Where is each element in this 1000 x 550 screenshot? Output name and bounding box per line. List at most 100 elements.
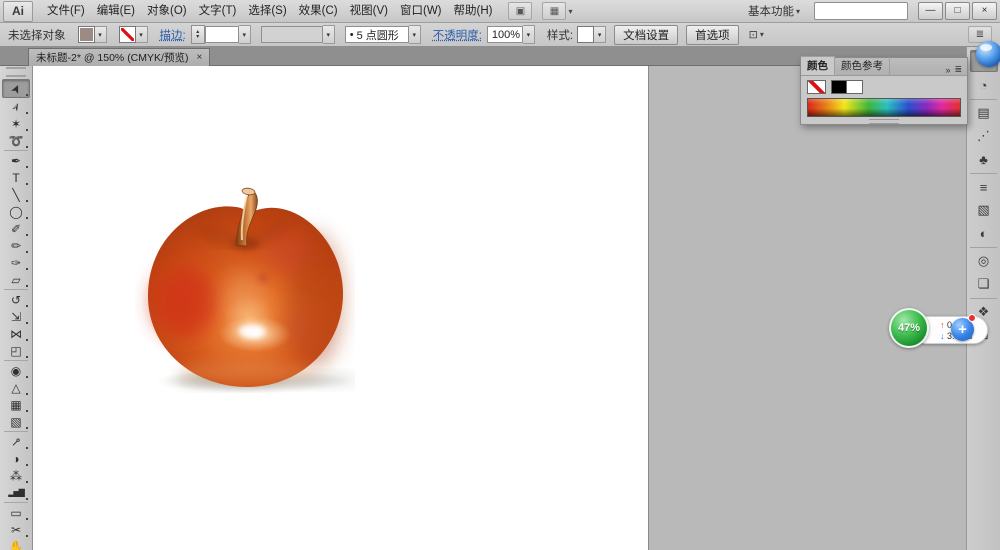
stepper-down-icon[interactable]: ▾ (196, 34, 199, 40)
menu-file[interactable]: 文件(F) (41, 0, 91, 22)
panel-menu-icon[interactable]: ≣ (954, 64, 967, 75)
tool-scale[interactable]: ⇲ (3, 308, 29, 325)
toolbar-grip[interactable] (6, 67, 26, 77)
tool-rotate[interactable]: ↺ (3, 291, 29, 308)
style-control[interactable]: ▾ (577, 26, 607, 43)
panel-resize-handle[interactable] (801, 117, 967, 125)
workspace-switcher[interactable]: 基本功能 ▾ (748, 3, 800, 19)
stroke-panel-link[interactable]: 描边: (160, 27, 186, 43)
preferences-button[interactable]: 首选项 (686, 24, 739, 45)
menu-help[interactable]: 帮助(H) (448, 0, 499, 22)
tool-hand[interactable]: ✋ (3, 538, 29, 550)
tab-color-guide[interactable]: 颜色参考 (835, 57, 890, 75)
menu-window[interactable]: 窗口(W) (394, 0, 448, 22)
black-swatch[interactable] (831, 80, 847, 94)
tool-selection[interactable]: ➤ (2, 79, 30, 98)
tool-blend[interactable]: ◑ (3, 450, 29, 467)
floating-ball-blue[interactable] (976, 41, 1000, 67)
artboard-icon: ▭ (10, 505, 22, 520)
brush-dropdown-icon[interactable]: ▾ (408, 25, 421, 44)
dock-appearance-icon[interactable]: ◎ (971, 251, 997, 271)
tab-color[interactable]: 颜色 (801, 56, 835, 75)
opacity-panel-link[interactable]: 不透明度: (433, 27, 482, 43)
close-button[interactable]: × (972, 2, 997, 20)
document-tab[interactable]: 未标题-2* @ 150% (CMYK/预览) × (28, 48, 211, 66)
search-input[interactable] (814, 2, 908, 20)
none-swatch[interactable] (807, 80, 826, 94)
fill-swatch[interactable] (77, 26, 95, 43)
stroke-weight-stepper[interactable]: ▴ ▾ (190, 25, 205, 44)
arrange-documents-icon[interactable]: ▦ (542, 2, 567, 20)
tool-perspective-grid[interactable]: △ (3, 379, 29, 396)
tool-artboard[interactable]: ▭ (3, 504, 29, 521)
dock-swatches-icon[interactable]: ▤ (971, 103, 997, 123)
dock-symbols-icon[interactable]: ♣ (971, 149, 997, 169)
tool-eraser[interactable]: ▱ (3, 271, 29, 288)
white-swatch[interactable] (847, 80, 863, 94)
tool-width[interactable]: ⋈ (3, 325, 29, 342)
fill-color-control[interactable]: ▾ (77, 26, 107, 43)
dock-graphic-styles-icon[interactable]: ❏ (971, 274, 997, 294)
tool-pencil[interactable]: ✏ (3, 237, 29, 254)
control-options-icon[interactable]: ⊡ ▾ (749, 28, 764, 41)
stroke-none-swatch[interactable] (118, 26, 136, 43)
collapse-panel-icon[interactable]: » (941, 65, 954, 75)
document-setup-button[interactable]: 文档设置 (614, 24, 679, 45)
tool-eyedropper[interactable]: ⊸ (3, 433, 29, 450)
tool-magic-wand[interactable]: ✶ (3, 115, 29, 132)
tool-ellipse[interactable]: ◯ (3, 203, 29, 220)
blend-icon: ◑ (12, 451, 20, 466)
dock-gradient-icon[interactable]: ▧ (971, 200, 997, 220)
opacity-field[interactable]: 100% (486, 26, 523, 43)
memory-speed-ball[interactable]: 47% (889, 308, 929, 348)
bridge-icon[interactable]: ▣ (508, 2, 533, 20)
menu-type[interactable]: 文字(T) (193, 0, 243, 22)
dock-color-guide-icon[interactable]: ◔ (971, 75, 997, 95)
tool-shape-builder[interactable]: ◉ (3, 362, 29, 379)
color-panel: 颜色 颜色参考 » ≣ (800, 56, 968, 125)
options-arrow-icon: ▾ (759, 30, 764, 39)
tool-paintbrush[interactable]: ✐ (3, 220, 29, 237)
tool-blob-brush[interactable]: ✑ (3, 254, 29, 271)
stroke-color-control[interactable]: ▾ (118, 26, 148, 43)
arrange-documents-arrow-icon[interactable]: ▾ (568, 7, 572, 16)
menu-select[interactable]: 选择(S) (242, 0, 292, 22)
opacity-dropdown-icon[interactable]: ▾ (522, 25, 535, 44)
menu-object[interactable]: 对象(O) (141, 0, 193, 22)
ellipse-icon: ◯ (9, 204, 23, 219)
tool-gradient[interactable]: ▧ (3, 413, 29, 430)
tool-type[interactable]: T (3, 169, 29, 186)
app-logo[interactable]: Ai (3, 0, 33, 22)
dock-stroke-icon[interactable]: ≡ (971, 177, 997, 197)
tool-symbol-sprayer[interactable]: ⁂ (3, 467, 29, 484)
document-title: 未标题-2* @ 150% (CMYK/预览) (36, 52, 189, 64)
menu-view[interactable]: 视图(V) (344, 0, 394, 22)
stroke-weight-field[interactable] (204, 26, 239, 43)
dock-brushes-icon[interactable]: ⋰ (971, 126, 997, 146)
tool-column-graph[interactable]: ▂▅▇ (3, 484, 29, 501)
style-dropdown-icon[interactable]: ▾ (594, 26, 607, 43)
tool-mesh[interactable]: ▦ (3, 396, 29, 413)
brush-definition-field[interactable]: • 5 点圆形 (344, 26, 409, 43)
pen-icon: ✒ (10, 153, 22, 168)
fill-dropdown-icon[interactable]: ▾ (94, 26, 107, 43)
tool-free-transform[interactable]: ◰ (3, 342, 29, 359)
minimize-button[interactable]: — (918, 2, 943, 20)
stroke-weight-dropdown-icon[interactable]: ▾ (238, 25, 251, 44)
tool-lasso[interactable]: ➰ (3, 132, 29, 149)
maximize-button[interactable]: □ (945, 2, 970, 20)
tool-direct-selection[interactable]: ➢ (3, 98, 29, 115)
menu-edit[interactable]: 编辑(E) (91, 0, 141, 22)
artboard-canvas[interactable] (33, 66, 648, 550)
color-spectrum-bar[interactable] (807, 98, 961, 117)
tool-slice[interactable]: ✂ (3, 521, 29, 538)
tool-line-segment[interactable]: ╲ (3, 186, 29, 203)
stroke-dropdown-icon[interactable]: ▾ (135, 26, 148, 43)
tool-pen[interactable]: ✒ (3, 152, 29, 169)
brush-name: 5 点圆形 (356, 29, 399, 42)
tab-close-icon[interactable]: × (196, 52, 202, 63)
dock-transparency-icon[interactable]: ◐ (971, 223, 997, 243)
menu-effect[interactable]: 效果(C) (293, 0, 344, 22)
apple-artwork[interactable] (135, 182, 355, 397)
style-swatch[interactable] (577, 26, 595, 43)
